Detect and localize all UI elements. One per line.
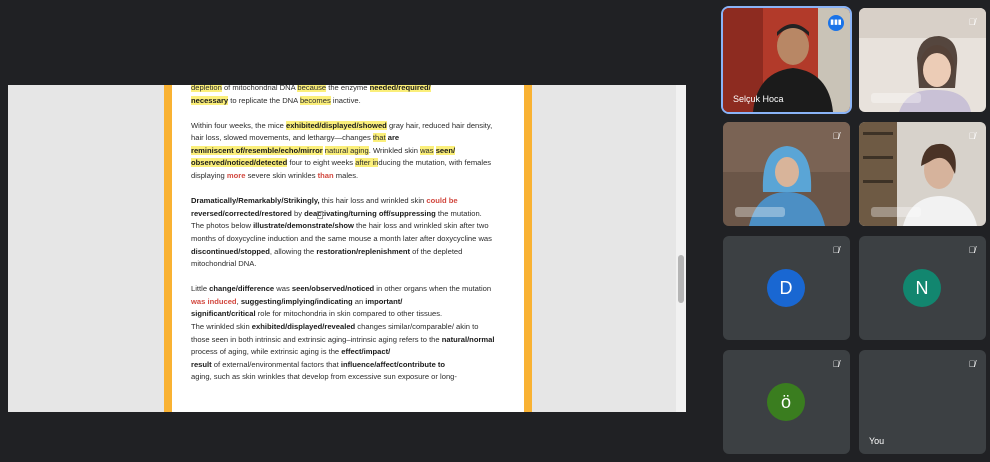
text-run: important/: [365, 296, 403, 306]
text-run: males.: [333, 171, 359, 181]
text-cursor-icon: [317, 211, 323, 219]
text-run: Little: [191, 284, 210, 294]
text-run: observed/noticed/detected: [191, 158, 288, 168]
mic-off-icon: 🎙̸: [832, 245, 840, 255]
text-run: by: [291, 208, 305, 218]
text-run: exhibited/displayed/showed: [285, 120, 387, 130]
text-run: that: [372, 133, 386, 143]
text-run: seen/: [435, 145, 456, 155]
avatar: ö: [767, 383, 805, 421]
text-run: than: [317, 171, 334, 181]
text-run: reminiscent of/resemble/echo/mirror: [191, 145, 323, 155]
text-run: of external/environmental factors that: [211, 359, 341, 369]
text-run: severe skin wrinkles: [245, 171, 318, 181]
document-paragraph: Little change/difference was seen/observ…: [191, 283, 496, 384]
participant-name: Selçuk Hoca: [733, 94, 784, 104]
text-run: aging, such as skin wrinkles that develo…: [191, 372, 457, 382]
text-run: seen/observed/noticed: [291, 284, 375, 294]
text-run: was: [420, 145, 434, 155]
participant-tile[interactable]: 🎙̸: [859, 8, 986, 112]
participant-name: [735, 207, 785, 217]
text-run: significant/critical: [191, 309, 256, 319]
avatar: N: [903, 269, 941, 307]
text-run: suggesting/implying/indicating: [240, 296, 353, 306]
participant-tile-selcuk[interactable]: ▮▮▮ Selçuk Hoca: [723, 8, 850, 112]
text-run: the enzyme: [326, 85, 370, 92]
text-run: are: [387, 133, 400, 143]
text-run: four to eight weeks: [287, 158, 356, 168]
text-run: reversed/corrected/restored: [191, 208, 292, 218]
text-run: necessary: [191, 95, 229, 105]
participant-tile-n[interactable]: N 🎙̸: [859, 236, 986, 340]
participant-tile-o[interactable]: ö 🎙̸: [723, 350, 850, 454]
scroll-thumb[interactable]: [678, 255, 684, 303]
text-run: after in: [355, 158, 379, 168]
mic-off-icon: 🎙̸: [832, 359, 840, 369]
text-run: more: [226, 171, 246, 181]
mic-off-icon: 🎙̸: [968, 245, 976, 255]
speaking-indicator-icon: ▮▮▮: [828, 15, 844, 31]
text-run: was: [274, 284, 292, 294]
text-run: . Wrinkled skin: [368, 145, 421, 155]
shared-screen: depletion of mitochondrial DNA because t…: [8, 85, 686, 412]
text-run: exhibited/displayed/revealed: [251, 322, 356, 331]
text-run: change/difference: [209, 284, 275, 294]
text-run: could be: [426, 196, 458, 206]
participant-name: You: [869, 436, 885, 446]
document-text: depletion of mitochondrial DNA because t…: [191, 85, 496, 396]
document-scrollbar[interactable]: [676, 85, 686, 412]
text-run: discontinued/stopped: [191, 246, 270, 256]
text-run: Dramatically/Remarkably/Strikingly,: [191, 196, 320, 206]
text-run: needed/required/: [369, 85, 431, 92]
mic-off-icon: 🎙̸: [968, 17, 976, 27]
text-run: in other organs when the mutation: [374, 284, 494, 294]
text-run: inactive.: [330, 95, 361, 105]
text-run: natural aging: [324, 145, 369, 155]
text-run: natural/normal: [441, 334, 495, 344]
mic-off-icon: 🎙̸: [968, 359, 976, 369]
text-run: this hair loss and wrinkled skin: [319, 196, 427, 206]
text-run: was induced: [191, 296, 237, 306]
text-run: effect/impact/: [341, 347, 391, 357]
participant-tile-d[interactable]: D 🎙̸: [723, 236, 850, 340]
document-paragraph: Within four weeks, the mice exhibited/di…: [191, 120, 496, 183]
text-run: becomes: [299, 95, 331, 105]
participant-name: [871, 93, 921, 103]
participant-tile-you[interactable]: 🎙̸ You: [859, 350, 986, 454]
text-run: of mitochondrial DNA: [221, 85, 298, 92]
text-run: to replicate the DNA: [228, 95, 300, 105]
participant-tile[interactable]: 🎙̸: [859, 122, 986, 226]
mic-off-icon: 🎙̸: [968, 131, 976, 141]
participant-tile[interactable]: 🎙̸: [723, 122, 850, 226]
text-run: because: [297, 85, 327, 92]
mic-off-icon: 🎙̸: [832, 131, 840, 141]
text-run: Within four weeks, the mice: [191, 120, 286, 130]
text-run: result: [191, 359, 212, 369]
document-page: depletion of mitochondrial DNA because t…: [172, 85, 524, 412]
text-run: illustrate/demonstrate/show: [253, 221, 354, 231]
avatar: D: [767, 269, 805, 307]
text-run: influence/affect/contribute to: [340, 359, 446, 369]
document-paragraph: Dramatically/Remarkably/Strikingly, this…: [191, 195, 496, 271]
text-run: deactivating/turning off/suppressing: [304, 208, 436, 218]
text-run: depletion: [191, 85, 222, 92]
participant-name: [871, 207, 921, 217]
text-run: restoration/replenishment: [316, 246, 411, 256]
text-run: , allowing the: [269, 246, 317, 256]
document-paragraph: depletion of mitochondrial DNA because t…: [191, 85, 496, 107]
document-page-border: depletion of mitochondrial DNA because t…: [164, 85, 532, 412]
text-run: an: [352, 296, 366, 306]
